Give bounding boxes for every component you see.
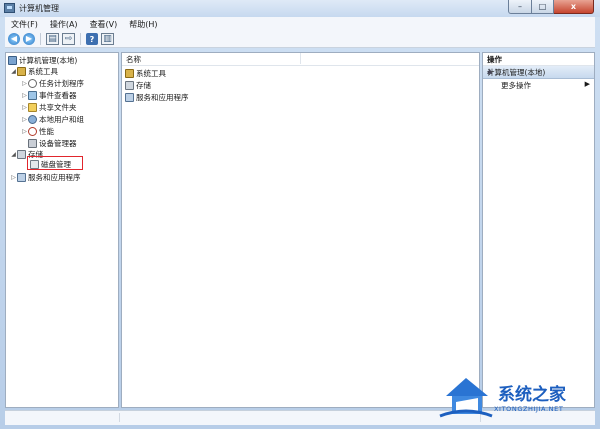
- tree-item-root[interactable]: 计算机管理(本地): [8, 55, 77, 66]
- red-highlight-box: [27, 156, 83, 170]
- show-hide-tree-icon[interactable]: ▤: [46, 33, 59, 45]
- tree-item-system-tools[interactable]: ◢ 系统工具: [10, 66, 58, 77]
- tree-item-label: 事件查看器: [39, 91, 77, 100]
- tree-item-label: 系统工具: [28, 67, 58, 76]
- tree-item-performance[interactable]: ▷ 性能: [21, 126, 54, 137]
- column-header-name[interactable]: 名称: [122, 53, 479, 66]
- toolbar-separator: [40, 33, 41, 45]
- collapse-arrow-icon[interactable]: ◢: [10, 151, 17, 158]
- submenu-arrow-icon[interactable]: ▶: [585, 80, 590, 88]
- tree-item-shared-folders[interactable]: ▷ 共享文件夹: [21, 102, 77, 113]
- shared-folder-icon: [28, 103, 37, 112]
- tree-item-task-scheduler[interactable]: ▷ 任务计划程序: [21, 78, 84, 89]
- tree-item-label: 服务和应用程序: [28, 173, 81, 182]
- watermark-logo: 系统之家 XITONGZHIJIA.NET: [438, 372, 598, 424]
- close-button[interactable]: x: [554, 0, 594, 14]
- result-list[interactable]: 名称 系统工具 存储 服务和应用程序: [121, 52, 480, 408]
- clock-icon: [28, 79, 37, 88]
- console-tree[interactable]: 计算机管理(本地) ◢ 系统工具 ▷ 任务计划程序 ▷ 事件查看器 ▷ 共享文件…: [5, 52, 119, 408]
- tree-item-label: 共享文件夹: [39, 103, 77, 112]
- toolbar-separator: [80, 33, 81, 45]
- collapse-arrow-icon[interactable]: ◢: [10, 68, 17, 75]
- minimize-button[interactable]: –: [508, 0, 532, 14]
- action-pane: 操作 计算机管理(本地) ▲ 更多操作 ▶: [482, 52, 595, 408]
- menu-bar: 文件(F) 操作(A) 查看(V) 帮助(H): [5, 17, 595, 32]
- tools-icon: [17, 67, 26, 76]
- list-item-label: 服务和应用程序: [136, 93, 189, 102]
- expand-arrow-icon[interactable]: ▷: [21, 104, 28, 111]
- computer-management-icon: [4, 3, 15, 13]
- house-logo-icon: [439, 378, 493, 418]
- column-header-label: 名称: [126, 55, 141, 64]
- list-item-label: 系统工具: [136, 69, 166, 78]
- export-list-icon[interactable]: ⇨: [62, 33, 75, 45]
- tools-icon: [125, 69, 134, 78]
- tree-item-device-manager[interactable]: 设备管理器: [28, 138, 77, 149]
- performance-icon: [28, 127, 37, 136]
- forward-arrow-icon[interactable]: ▶: [23, 33, 35, 45]
- maximize-button[interactable]: □: [532, 0, 554, 14]
- storage-icon: [17, 150, 26, 159]
- menu-help[interactable]: 帮助(H): [123, 19, 163, 30]
- storage-icon: [125, 81, 134, 90]
- window-controls: – □ x: [508, 0, 594, 14]
- menu-file[interactable]: 文件(F): [5, 19, 44, 30]
- action-pane-title: 操作: [483, 53, 594, 66]
- menu-action[interactable]: 操作(A): [44, 19, 84, 30]
- list-item[interactable]: 系统工具: [125, 68, 166, 79]
- expand-arrow-icon[interactable]: ▷: [21, 92, 28, 99]
- tree-item-local-users[interactable]: ▷ 本地用户和组: [21, 114, 84, 125]
- tree-item-event-viewer[interactable]: ▷ 事件查看器: [21, 90, 77, 101]
- show-action-pane-icon[interactable]: ▥: [101, 33, 114, 45]
- back-arrow-icon[interactable]: ◀: [8, 33, 20, 45]
- help-icon[interactable]: ?: [86, 33, 98, 45]
- action-pane-title-label: 操作: [487, 55, 502, 64]
- services-icon: [17, 173, 26, 182]
- expand-arrow-icon[interactable]: ▷: [21, 128, 28, 135]
- tree-item-services-apps[interactable]: ▷ 服务和应用程序: [10, 172, 81, 183]
- collapse-caret-icon[interactable]: ▲: [487, 67, 590, 75]
- more-actions-link[interactable]: 更多操作: [501, 80, 531, 91]
- expand-arrow-icon[interactable]: ▷: [21, 80, 28, 87]
- list-item-label: 存储: [136, 81, 151, 90]
- tree-item-label: 本地用户和组: [39, 115, 84, 124]
- watermark-url: XITONGZHIJIA.NET: [494, 405, 564, 413]
- window-title: 计算机管理: [19, 4, 59, 13]
- watermark-brand: 系统之家: [498, 385, 566, 405]
- expand-arrow-icon[interactable]: ▷: [10, 174, 17, 181]
- tree-item-label: 性能: [39, 127, 54, 136]
- tree-item-label: 计算机管理(本地): [19, 56, 78, 65]
- list-item[interactable]: 服务和应用程序: [125, 92, 189, 103]
- menu-view[interactable]: 查看(V): [84, 19, 124, 30]
- tree-item-label: 设备管理器: [39, 139, 77, 148]
- services-icon: [125, 93, 134, 102]
- computer-management-window: 计算机管理 – □ x 文件(F) 操作(A) 查看(V) 帮助(H) ◀ ▶ …: [0, 0, 600, 429]
- list-item[interactable]: 存储: [125, 80, 151, 91]
- status-divider: [119, 413, 120, 422]
- expand-arrow-icon[interactable]: ▷: [21, 116, 28, 123]
- action-section-header[interactable]: 计算机管理(本地) ▲: [483, 66, 594, 79]
- device-manager-icon: [28, 139, 37, 148]
- toolbar: ◀ ▶ ▤ ⇨ ? ▥: [5, 31, 595, 48]
- computer-icon: [8, 56, 17, 65]
- column-divider[interactable]: [300, 53, 301, 64]
- event-viewer-icon: [28, 91, 37, 100]
- users-icon: [28, 115, 37, 124]
- tree-item-label: 任务计划程序: [39, 79, 84, 88]
- title-bar[interactable]: 计算机管理 – □ x: [0, 0, 600, 17]
